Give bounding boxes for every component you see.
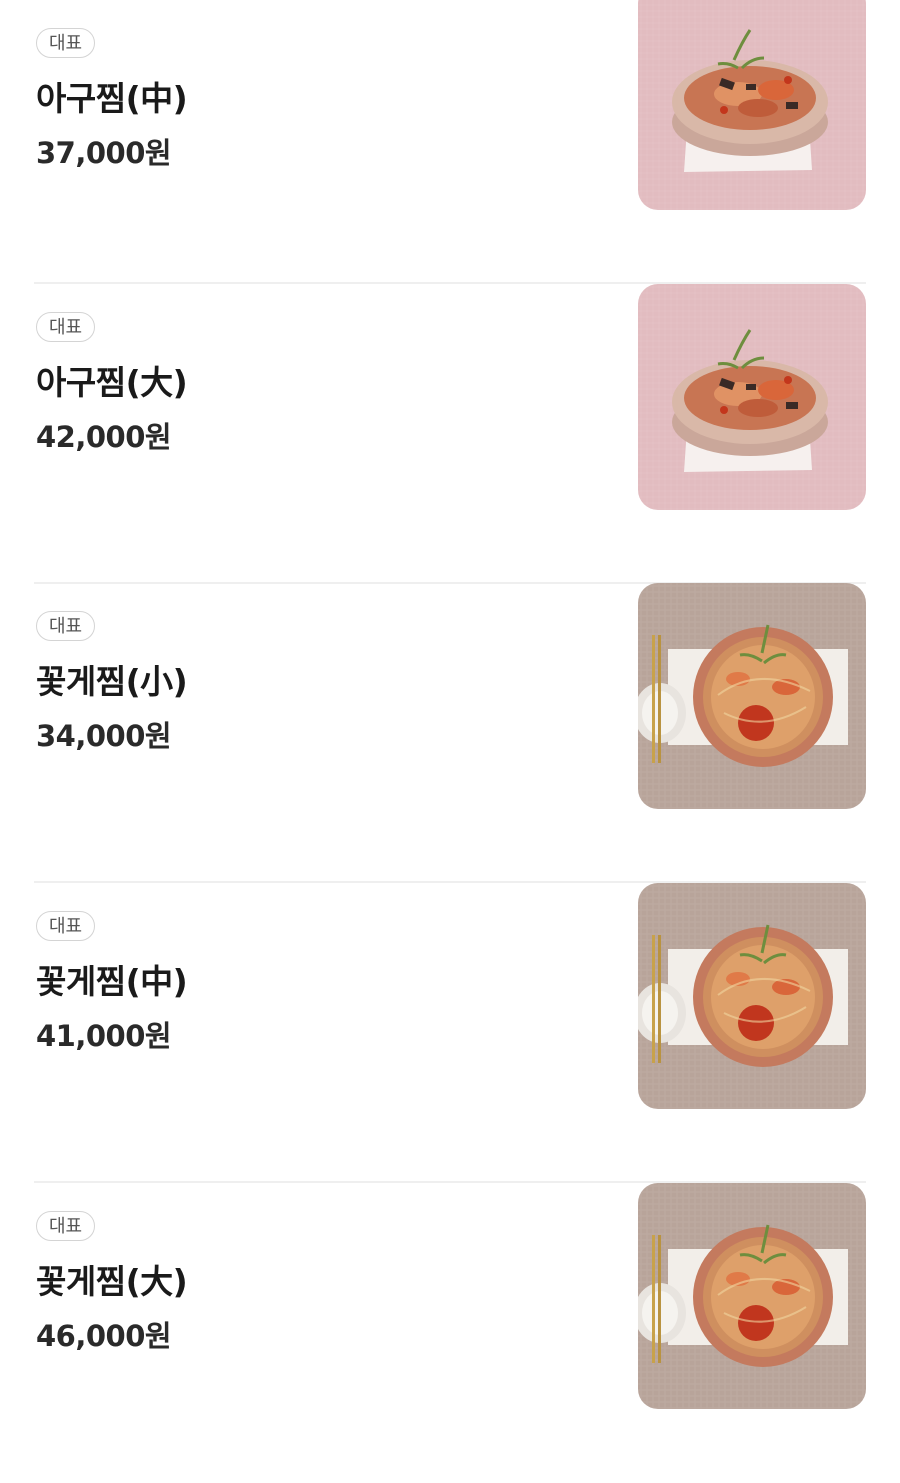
crab-dish-photo — [638, 1183, 866, 1409]
menu-item-name: 아구찜(大) — [36, 363, 188, 402]
menu-item-price: 34,000원 — [36, 719, 172, 753]
menu-item-name: 꽃게찜(大) — [36, 1262, 188, 1301]
representative-badge: 대표 — [36, 611, 96, 641]
monkfish-dish-photo — [638, 0, 866, 210]
representative-badge: 대표 — [36, 312, 96, 342]
menu-item[interactable]: 대표 꽃게찜(中) 41,000원 — [0, 883, 900, 1183]
menu-item-name: 꽃게찜(中) — [36, 962, 188, 1001]
menu-item[interactable]: 대표 꽃게찜(大) 46,000원 — [0, 1183, 900, 1483]
menu-list: 대표 아구찜(中) 37,000원 대표 아구찜(大) 42,000원 대표 꽃… — [0, 0, 900, 1423]
monkfish-dish-photo — [638, 284, 866, 510]
menu-item-price: 46,000원 — [36, 1319, 172, 1353]
menu-item[interactable]: 대표 아구찜(中) 37,000원 — [0, 0, 900, 284]
crab-dish-photo — [638, 583, 866, 809]
representative-badge: 대표 — [36, 28, 96, 58]
menu-item-price: 42,000원 — [36, 420, 172, 454]
crab-dish-photo — [638, 883, 866, 1109]
menu-item[interactable]: 대표 아구찜(大) 42,000원 — [0, 284, 900, 584]
menu-item-name: 아구찜(中) — [36, 79, 188, 118]
menu-item-name: 꽃게찜(小) — [36, 662, 188, 701]
menu-item-price: 37,000원 — [36, 136, 172, 170]
representative-badge: 대표 — [36, 1211, 96, 1241]
menu-item[interactable]: 대표 꽃게찜(小) 34,000원 — [0, 583, 900, 883]
menu-item-price: 41,000원 — [36, 1019, 172, 1053]
representative-badge: 대표 — [36, 911, 96, 941]
